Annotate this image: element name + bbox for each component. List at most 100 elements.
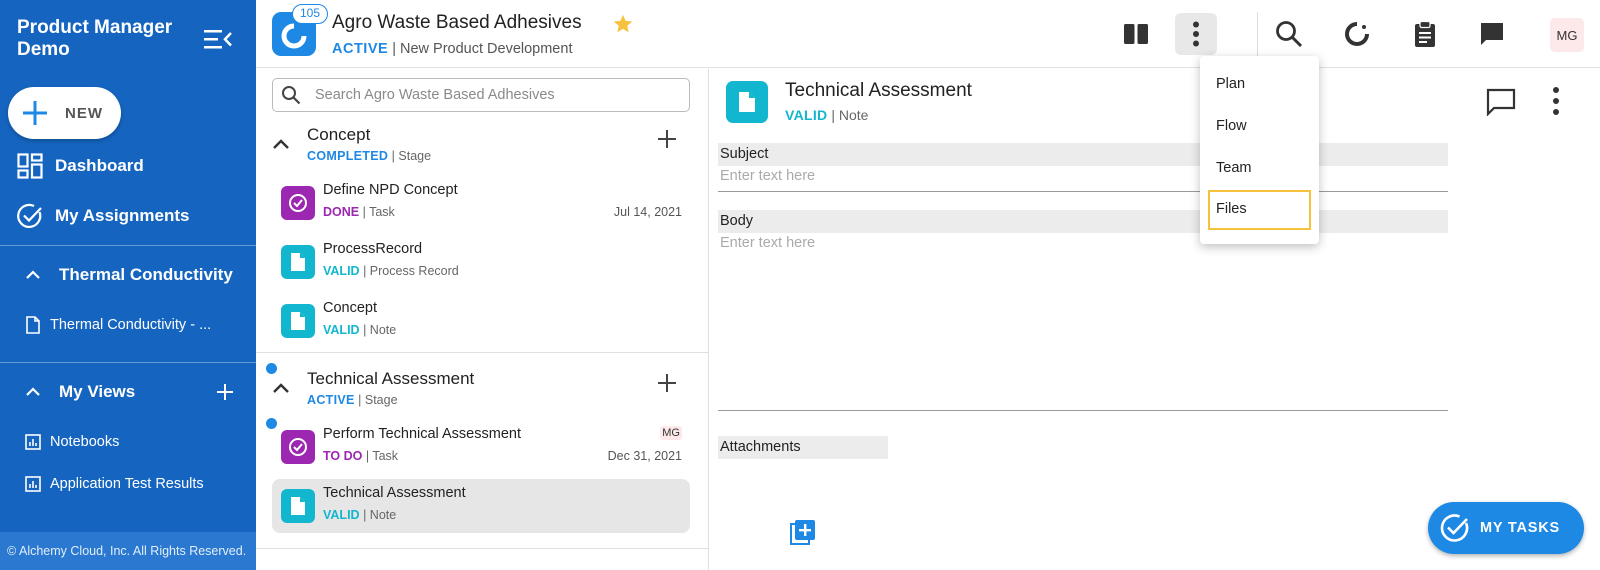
stage-list-panel: Search Agro Waste Based Adhesives Concep… bbox=[256, 69, 709, 570]
menu-item-files[interactable]: Files bbox=[1208, 190, 1311, 230]
add-view-icon[interactable] bbox=[216, 383, 234, 401]
item-name: Perform Technical Assessment bbox=[323, 426, 521, 442]
attachments-label: Attachments bbox=[718, 436, 888, 459]
sidebar-section-label: Thermal Conductivity bbox=[59, 265, 233, 284]
item-type: Note bbox=[369, 508, 397, 522]
chat-outline-icon[interactable] bbox=[1486, 88, 1516, 116]
activity-button[interactable] bbox=[1336, 13, 1378, 55]
subject-input[interactable]: Enter text here bbox=[720, 168, 815, 184]
item-type: | Task bbox=[365, 449, 399, 463]
record-title: Technical Assessment bbox=[785, 80, 972, 101]
item-meta: VALID | Process Record bbox=[323, 264, 459, 278]
new-button[interactable]: NEW bbox=[8, 87, 121, 139]
note-icon bbox=[281, 245, 315, 279]
chart-icon bbox=[25, 434, 41, 450]
collapse-menu-icon[interactable] bbox=[204, 28, 232, 50]
record-meta: VALID | Note bbox=[785, 107, 869, 123]
sidebar-item-label: Application Test Results bbox=[50, 476, 204, 492]
item-status: TO DO bbox=[323, 449, 363, 463]
chart-icon bbox=[25, 476, 41, 492]
more-options-button[interactable] bbox=[1175, 13, 1217, 55]
list-item[interactable]: Perform Technical Assessment MG TO DO | … bbox=[272, 420, 690, 474]
note-icon bbox=[281, 489, 315, 523]
item-type: Note bbox=[369, 323, 397, 337]
user-avatar[interactable]: MG bbox=[1550, 18, 1584, 52]
columns-icon bbox=[1124, 24, 1148, 44]
plus-icon bbox=[23, 101, 47, 125]
menu-item-plan[interactable]: Plan bbox=[1208, 64, 1311, 104]
list-item[interactable]: Concept VALID | Note bbox=[272, 294, 690, 348]
chevron-up-icon bbox=[26, 387, 40, 396]
alchemy-logo-icon bbox=[281, 23, 307, 49]
sidebar-divider bbox=[0, 362, 256, 363]
search-icon bbox=[1276, 21, 1303, 48]
my-tasks-button[interactable]: MY TASKS bbox=[1428, 502, 1584, 554]
item-date: Dec 31, 2021 bbox=[607, 449, 682, 463]
item-name: ProcessRecord bbox=[323, 241, 423, 257]
unread-dot bbox=[266, 363, 277, 374]
workspace-title: Product Manager Demo bbox=[17, 17, 173, 60]
more-vertical-icon[interactable] bbox=[1552, 86, 1560, 116]
top-header: 105 Agro Waste Based Adhesives ACTIVE | … bbox=[256, 0, 1600, 68]
add-icon[interactable] bbox=[657, 373, 677, 393]
header-divider bbox=[1257, 12, 1258, 56]
item-name: Concept bbox=[323, 300, 378, 316]
search-icon bbox=[282, 86, 301, 105]
menu-item-flow[interactable]: Flow bbox=[1208, 106, 1311, 146]
item-meta: VALID | Note bbox=[323, 508, 397, 522]
record-type: Note bbox=[838, 107, 869, 123]
subject-label: Subject bbox=[718, 143, 1448, 166]
star-icon[interactable] bbox=[612, 13, 634, 35]
dashboard-icon bbox=[17, 153, 43, 179]
chevron-up-icon[interactable] bbox=[272, 379, 290, 397]
loading-ring-icon bbox=[1345, 22, 1369, 46]
stage-type: Stage bbox=[364, 393, 398, 407]
search-button[interactable] bbox=[1268, 13, 1310, 55]
split-view-button[interactable] bbox=[1115, 13, 1157, 55]
search-input[interactable]: Search Agro Waste Based Adhesives bbox=[272, 78, 690, 112]
item-status: VALID bbox=[323, 508, 360, 522]
note-icon bbox=[726, 81, 768, 123]
sidebar-item-dashboard[interactable]: Dashboard bbox=[0, 146, 256, 186]
new-button-label: NEW bbox=[65, 104, 103, 122]
sidebar-section-recent[interactable]: Thermal Conductivity bbox=[0, 255, 256, 295]
clipboard-button[interactable] bbox=[1404, 13, 1446, 55]
sidebar-item-notebooks[interactable]: Notebooks bbox=[0, 427, 256, 457]
copyright-footer: © Alchemy Cloud, Inc. All Rights Reserve… bbox=[0, 532, 256, 570]
add-icon[interactable] bbox=[657, 129, 677, 149]
add-attachment-icon[interactable] bbox=[790, 519, 816, 545]
list-item[interactable]: ProcessRecord VALID | Process Record bbox=[272, 235, 690, 289]
project-status: ACTIVE bbox=[332, 41, 389, 57]
list-item-selected[interactable]: Technical Assessment VALID | Note bbox=[272, 479, 690, 533]
stage-divider bbox=[256, 352, 709, 353]
list-item[interactable]: Define NPD Concept DONE | Task Jul 14, 2… bbox=[272, 176, 690, 230]
stage-meta: ACTIVE | Stage bbox=[307, 393, 398, 407]
check-circle-icon bbox=[17, 203, 42, 228]
my-tasks-label: MY TASKS bbox=[1480, 520, 1560, 536]
sidebar-item-my-assignments[interactable]: My Assignments bbox=[0, 196, 256, 236]
comments-button[interactable] bbox=[1471, 13, 1513, 55]
stage-status: COMPLETED bbox=[307, 149, 389, 163]
record-detail-panel: Technical Assessment VALID | Note Subjec… bbox=[710, 69, 1600, 570]
check-circle-icon bbox=[1440, 514, 1469, 542]
assignee-avatar: MG bbox=[660, 426, 682, 440]
more-vertical-icon bbox=[1193, 21, 1199, 47]
stage-name[interactable]: Concept bbox=[307, 125, 370, 145]
more-options-menu: Plan Flow Team Files bbox=[1200, 56, 1319, 244]
stage-name[interactable]: Technical Assessment bbox=[307, 369, 474, 389]
document-icon bbox=[26, 316, 40, 334]
project-title: Agro Waste Based Adhesives bbox=[332, 12, 582, 33]
sidebar-item-application-test-results[interactable]: Application Test Results bbox=[0, 469, 256, 499]
item-status: DONE bbox=[323, 205, 360, 219]
project-subtitle: ACTIVE | New Product Development bbox=[332, 41, 572, 57]
notification-badge: 105 bbox=[292, 4, 328, 24]
task-icon bbox=[281, 186, 315, 220]
sidebar-section-my-views[interactable]: My Views bbox=[0, 372, 256, 412]
sidebar-item-label: Dashboard bbox=[55, 156, 144, 175]
item-meta: TO DO | Task bbox=[323, 449, 398, 463]
sidebar-item-thermal-conductivity[interactable]: Thermal Conductivity - ... bbox=[0, 310, 256, 340]
field-divider bbox=[718, 410, 1448, 411]
chevron-up-icon[interactable] bbox=[272, 135, 290, 153]
menu-item-team[interactable]: Team bbox=[1208, 148, 1311, 188]
body-input[interactable]: Enter text here bbox=[720, 235, 815, 251]
